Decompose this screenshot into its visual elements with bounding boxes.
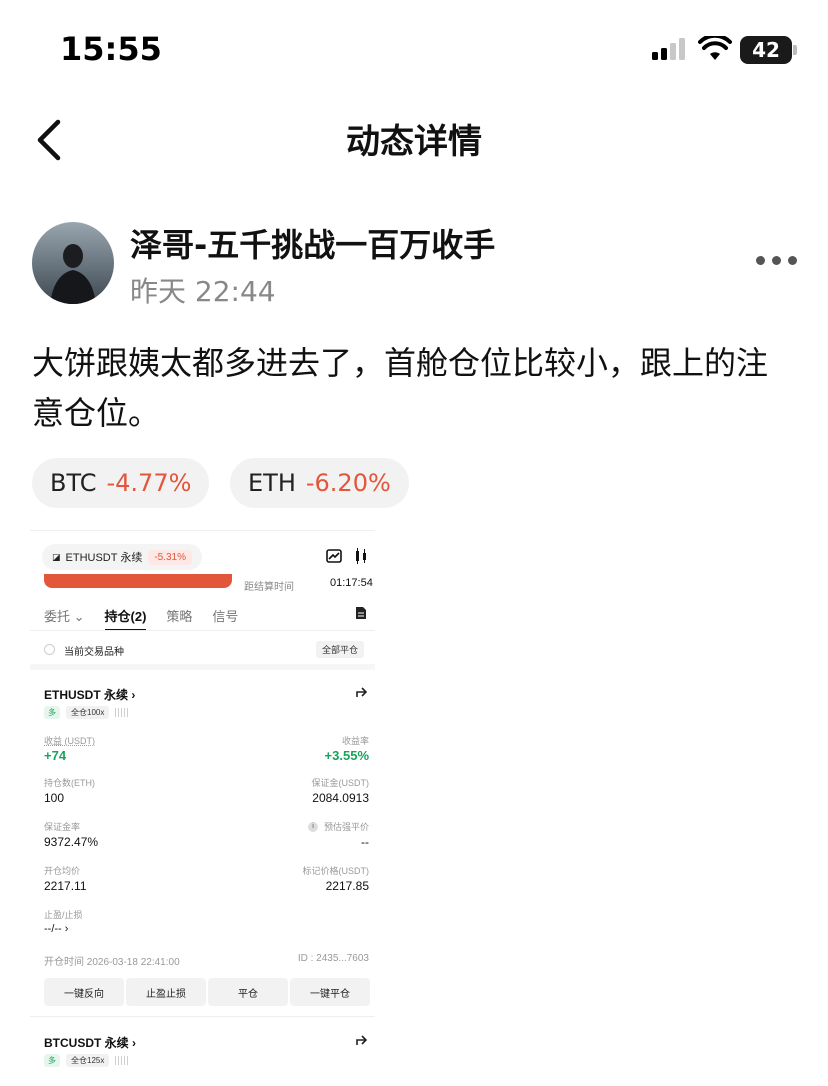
position-symbol[interactable]: ETHUSDT 永续 › <box>44 686 135 703</box>
ticks-icon <box>115 708 129 717</box>
more-icon[interactable] <box>756 256 797 265</box>
roe-value: +3.55% <box>324 748 369 763</box>
page-title: 动态详情 <box>346 122 482 162</box>
share-icon[interactable] <box>356 1034 370 1046</box>
margin-rate-label: 保证金率 <box>44 822 81 832</box>
tab-signal[interactable]: 信号 <box>212 606 238 631</box>
tab-positions[interactable]: 持仓(2) <box>104 606 147 631</box>
pnl-value: +74 <box>44 748 67 763</box>
coin-tag-eth[interactable]: ETH -6.20% <box>230 458 409 508</box>
liq-value: -- <box>361 835 369 849</box>
post-text: 大饼跟姨太都多进去了，首舱仓位比较小，跟上的注意仓位。 <box>32 344 769 432</box>
tab-orders[interactable]: 委托 ⌄ <box>44 606 85 631</box>
tpsl-label: 止盈/止损 <box>44 910 83 920</box>
progress-bar <box>44 574 232 588</box>
entry-label: 开仓均价 <box>44 866 81 876</box>
coin-change: -4.77% <box>106 469 192 497</box>
share-icon[interactable] <box>356 686 370 698</box>
battery-cap <box>793 45 797 55</box>
coin-tag-btc[interactable]: BTC -4.77% <box>32 458 210 508</box>
roe-label: 收益率 <box>341 736 369 746</box>
coin-symbol: ETH <box>248 469 296 497</box>
close-all-positions-button[interactable]: 一键平仓 <box>290 978 370 1006</box>
chart-icon <box>326 549 342 563</box>
mark-label: 标记价格(USDT) <box>302 866 370 876</box>
tab-strategy[interactable]: 策略 <box>166 606 192 631</box>
side-tag: 多 <box>44 1054 60 1067</box>
coin-change: -6.20% <box>305 469 391 497</box>
tpsl-value[interactable]: --/-- › <box>44 923 68 935</box>
symbol-pill: ◪ ETHUSDT 永续 -5.31% <box>42 544 203 570</box>
reverse-button[interactable]: 一键反向 <box>44 978 124 1006</box>
mark-value: 2217.85 <box>325 879 369 893</box>
close-button[interactable]: 平仓 <box>208 978 288 1006</box>
filter-radio[interactable] <box>44 644 55 655</box>
side-tag: 多 <box>44 706 60 719</box>
margin-rate-value: 9372.47% <box>44 835 99 849</box>
battery-icon: 42 <box>740 36 792 64</box>
status-time: 15:55 <box>60 30 162 68</box>
margin-value: 2084.0913 <box>312 791 369 805</box>
entry-value: 2217.11 <box>44 879 87 893</box>
header-change: -5.31% <box>148 549 193 565</box>
candle-icon <box>356 548 366 564</box>
leverage-tag: 全仓100x <box>66 706 110 719</box>
signal-icon <box>652 38 685 60</box>
avatar[interactable] <box>32 222 114 304</box>
tabs: 委托 ⌄ 持仓(2) 策略 信号 <box>44 606 238 631</box>
position-id[interactable]: ID : 2435...7603 <box>298 953 369 964</box>
doc-icon[interactable] <box>355 606 367 620</box>
ticks-icon <box>115 1056 129 1065</box>
header-symbol: ETHUSDT 永续 <box>65 552 143 564</box>
pnl-label: 收益 (USDT) <box>44 736 95 746</box>
qty-value: 100 <box>44 791 65 805</box>
info-icon: i <box>307 821 318 832</box>
post-image[interactable]: ◪ ETHUSDT 永续 -5.31% 距结算时间 01:17:54 委托 ⌄ … <box>30 530 375 1086</box>
current-symbol-label: 当前交易品种 <box>64 647 124 658</box>
post-time: 昨天 22:44 <box>130 275 276 308</box>
liq-label: 预估强平价 <box>323 822 369 832</box>
qty-label: 持仓数(ETH) <box>44 778 95 788</box>
settlement-time: 01:17:54 <box>330 577 373 589</box>
tpsl-button[interactable]: 止盈止损 <box>126 978 206 1006</box>
margin-label: 保证金(USDT) <box>311 778 370 788</box>
coin-symbol: BTC <box>50 469 97 497</box>
leverage-tag: 全仓125x <box>66 1054 110 1067</box>
wifi-icon <box>698 36 732 60</box>
open-time: 开仓时间 2026-03-18 22:41:00 <box>44 957 180 968</box>
close-all-button[interactable]: 全部平仓 <box>316 641 365 658</box>
position-symbol[interactable]: BTCUSDT 永续 › <box>44 1034 136 1051</box>
author-name[interactable]: 泽哥-五千挑战一百万收手 <box>130 220 495 266</box>
settlement-label: 距结算时间 <box>244 582 294 593</box>
